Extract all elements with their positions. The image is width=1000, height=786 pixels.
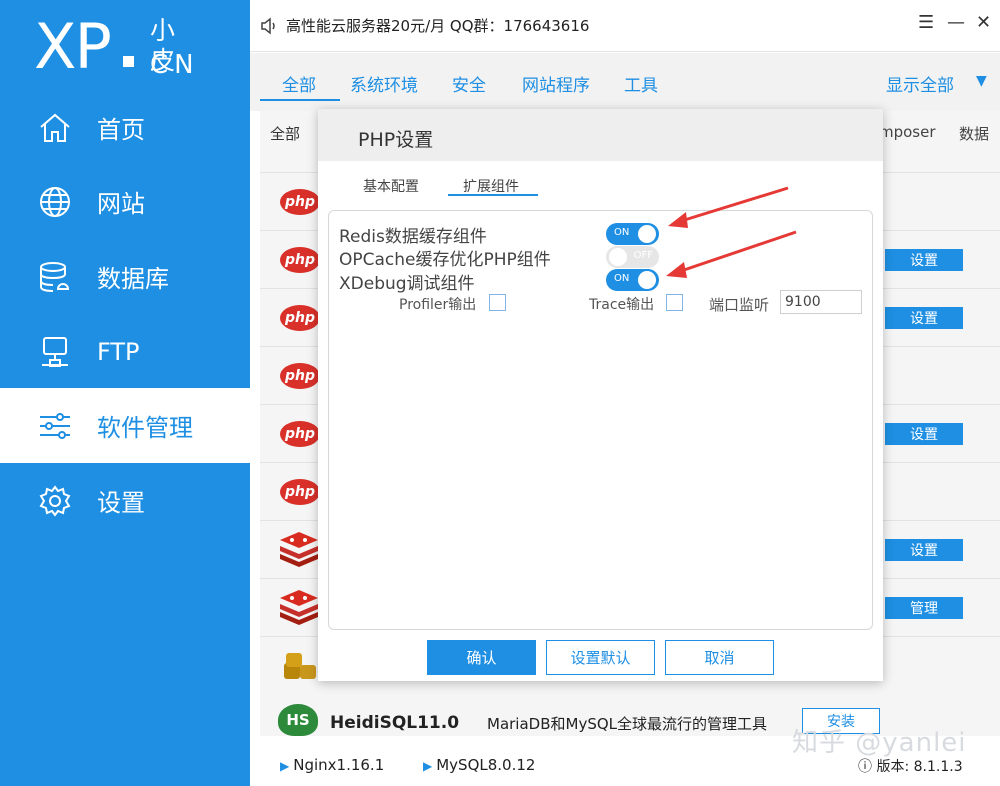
cancel-button[interactable]: 取消 (665, 640, 774, 675)
database-icon (37, 259, 73, 295)
trace-label: Trace输出 (589, 297, 655, 313)
opcache-toggle[interactable]: OFF (606, 246, 659, 268)
php-icon: php (280, 247, 320, 273)
sidebar-item-label: 数据库 (97, 265, 169, 293)
opcache-label: OPCache缓存优化PHP组件 (339, 250, 551, 270)
mysql-status[interactable]: ▶ MySQL8.0.12 (423, 756, 535, 774)
close-icon[interactable]: ✕ (976, 12, 991, 33)
server-icon (37, 334, 73, 370)
globe-icon (37, 184, 73, 220)
table-header-data: 数据 (959, 125, 990, 143)
xdebug-label: XDebug调试组件 (339, 274, 475, 294)
redis-icon (280, 532, 318, 567)
menu-icon[interactable]: ☰ (918, 12, 934, 33)
top-bar: 高性能云服务器20元/月 QQ群：176643616 ☰ — ✕ (250, 0, 1000, 52)
tab-web-programs[interactable]: 网站程序 (522, 71, 590, 96)
status-bar: ▶ Nginx1.16.1 ▶ MySQL8.0.12 知乎 @yanlei ⓘ 版… (250, 728, 1000, 786)
tab-system-env[interactable]: 系统环境 (350, 71, 418, 96)
profiler-checkbox[interactable] (489, 294, 506, 311)
tab-security[interactable]: 安全 (452, 71, 486, 96)
sidebar-item-home[interactable]: 首页 (0, 90, 250, 165)
set-default-button[interactable]: 设置默认 (546, 640, 655, 675)
software-name: HeidiSQL11.0 (330, 713, 460, 733)
show-all-button[interactable]: 显示全部 (886, 71, 954, 96)
play-icon: ▶ (423, 759, 433, 773)
sidebar: XP 小皮 CN 首页 网站 数据库 FTP 软件管理 设置 (0, 0, 250, 786)
sidebar-item-ftp[interactable]: FTP (0, 314, 250, 389)
tab-active-underline (260, 99, 340, 101)
toggle-state: OFF (633, 250, 653, 261)
table-header-composer: mposer (879, 123, 936, 141)
software-description: MariaDB和MySQL全球最流行的管理工具 (487, 715, 768, 733)
tab-basic-config[interactable]: 基本配置 (363, 176, 419, 196)
confirm-button[interactable]: 确认 (427, 640, 536, 675)
settings-button[interactable]: 设置 (885, 249, 963, 271)
redis-label: Redis数据缓存组件 (339, 227, 487, 247)
nginx-status[interactable]: ▶ Nginx1.16.1 (280, 756, 384, 774)
sidebar-item-label: 网站 (97, 190, 145, 218)
php-icon: php (280, 305, 320, 331)
toggle-knob (609, 248, 627, 266)
sidebar-item-label: FTP (97, 337, 140, 366)
dialog-tab-underline (448, 194, 538, 196)
settings-button[interactable]: 设置 (885, 423, 963, 445)
tab-all[interactable]: 全部 (282, 71, 316, 96)
php-settings-dialog: PHP设置 基本配置 扩展组件 Redis数据缓存组件 ON OPCache缓存… (318, 109, 883, 681)
version-label: ⓘ 版本: 8.1.1.3 (858, 759, 963, 775)
sliders-icon (37, 408, 73, 444)
settings-button[interactable]: 设置 (885, 307, 963, 329)
home-icon (37, 110, 73, 146)
logo-cn-bottom: CN (150, 50, 200, 80)
coins-icon (284, 653, 316, 679)
manage-button[interactable]: 管理 (885, 597, 963, 619)
toggle-state: ON (614, 273, 630, 284)
redis-icon (280, 590, 318, 625)
watermark: 知乎 @yanlei (792, 728, 967, 758)
minimize-icon[interactable]: — (947, 12, 965, 33)
tab-extensions[interactable]: 扩展组件 (463, 176, 519, 196)
profiler-label: Profiler输出 (399, 297, 477, 313)
sidebar-item-label: 软件管理 (97, 414, 193, 442)
trace-checkbox[interactable] (666, 294, 683, 311)
toggle-knob (638, 271, 656, 289)
settings-button[interactable]: 设置 (885, 539, 963, 561)
chevron-down-icon[interactable]: ▼ (976, 73, 987, 89)
extensions-panel: Redis数据缓存组件 ON OPCache缓存优化PHP组件 OFF XDeb… (328, 210, 873, 630)
table-header-all: 全部 (270, 125, 301, 143)
php-icon: php (280, 421, 320, 447)
sidebar-item-database[interactable]: 数据库 (0, 239, 250, 314)
dialog-title: PHP设置 (358, 129, 434, 151)
logo-dot (123, 56, 134, 67)
sidebar-item-label: 首页 (97, 116, 145, 144)
redis-toggle[interactable]: ON (606, 223, 659, 245)
top-notice[interactable]: 高性能云服务器20元/月 QQ群：176643616 (286, 15, 589, 36)
sidebar-item-website[interactable]: 网站 (0, 164, 250, 239)
dialog-header: PHP设置 (318, 109, 883, 161)
sidebar-item-software[interactable]: 软件管理 (0, 388, 250, 463)
mysql-label: MySQL8.0.12 (436, 756, 536, 774)
heidisql-icon: HS (278, 704, 318, 736)
port-label: 端口监听 (709, 296, 770, 314)
php-icon: php (280, 479, 320, 505)
nginx-label: Nginx1.16.1 (293, 756, 385, 774)
port-input[interactable]: 9100 (780, 290, 862, 314)
toggle-state: ON (614, 227, 630, 238)
logo-xp: XP (34, 10, 112, 83)
speaker-icon (260, 17, 278, 39)
play-icon: ▶ (280, 759, 290, 773)
sidebar-item-settings[interactable]: 设置 (0, 463, 250, 538)
tab-tools[interactable]: 工具 (624, 71, 658, 96)
gear-icon (37, 483, 73, 519)
php-icon: php (280, 189, 320, 215)
category-tabs: 全部 系统环境 安全 网站程序 工具 显示全部 ▼ (250, 53, 1000, 111)
sidebar-item-label: 设置 (97, 489, 145, 517)
xdebug-toggle[interactable]: ON (606, 269, 659, 291)
toggle-knob (638, 225, 656, 243)
php-icon: php (280, 363, 320, 389)
